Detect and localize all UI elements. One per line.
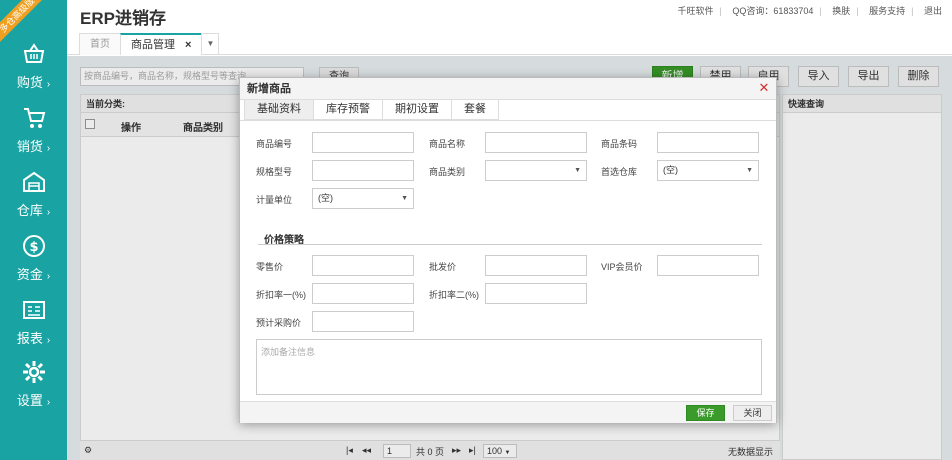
dialog-title: 新增商品 bbox=[240, 78, 776, 100]
skin-link[interactable]: 换肤 bbox=[832, 6, 850, 16]
label-category: 商品类别 bbox=[429, 167, 466, 177]
page-tabs: 首页 商品管理 × ▼ bbox=[79, 33, 220, 55]
chevron-down-icon: ▼ bbox=[746, 167, 753, 174]
nav-funds[interactable]: $ 资金 › bbox=[0, 234, 67, 290]
tab-initial-setup[interactable]: 期初设置 bbox=[382, 100, 452, 120]
nav-reports[interactable]: 报表 › bbox=[0, 298, 67, 354]
nav-warehouse[interactable]: 仓库 › bbox=[0, 170, 67, 226]
app-title: ERP进销存 bbox=[80, 9, 166, 28]
label-barcode: 商品条码 bbox=[601, 139, 638, 149]
barcode-field[interactable] bbox=[657, 132, 759, 153]
dollar-icon: $ bbox=[22, 235, 45, 257]
label-discount-1: 折扣率一(%) bbox=[256, 290, 306, 300]
discount-1-field[interactable] bbox=[312, 283, 414, 304]
save-button[interactable]: 保存 bbox=[686, 405, 725, 421]
unit-select[interactable]: (空) ▼ bbox=[312, 188, 414, 209]
company-link[interactable]: 千旺软件 bbox=[677, 6, 713, 16]
category-select[interactable]: ▼ bbox=[485, 160, 587, 181]
label-discount-2: 折扣率二(%) bbox=[429, 290, 479, 300]
dialog-tabs: 基础资料 库存预警 期初设置 套餐 bbox=[244, 100, 499, 120]
qq-link[interactable]: QQ咨询：61833704 bbox=[732, 6, 813, 16]
cart-icon bbox=[23, 108, 45, 128]
close-button[interactable]: 关闭 bbox=[733, 405, 772, 421]
close-icon[interactable]: × bbox=[185, 39, 191, 51]
nav-reports-label: 报表 bbox=[16, 331, 43, 346]
report-icon bbox=[22, 301, 45, 319]
tab-divider bbox=[240, 120, 776, 121]
support-link[interactable]: 服务支持 bbox=[869, 6, 905, 16]
spec-field[interactable] bbox=[312, 160, 414, 181]
tab-home[interactable]: 首页 bbox=[79, 33, 121, 55]
label-product-name: 商品名称 bbox=[429, 139, 466, 149]
gear-icon bbox=[22, 361, 45, 383]
add-product-dialog: 新增商品 ✕ 基础资料 库存预警 期初设置 套餐 商品编号 商品名称 商品条码 … bbox=[239, 77, 777, 423]
svg-text:$: $ bbox=[29, 240, 38, 255]
chevron-down-icon: ▼ bbox=[574, 167, 581, 174]
basket-icon bbox=[23, 43, 44, 63]
label-unit: 计量单位 bbox=[256, 195, 293, 205]
label-purchase-price: 预计采购价 bbox=[256, 318, 302, 328]
warehouse-select[interactable]: (空) ▼ bbox=[657, 160, 759, 181]
close-icon[interactable]: ✕ bbox=[757, 81, 771, 95]
chevron-right-icon: › bbox=[46, 335, 51, 346]
tab-dropdown-button[interactable]: ▼ bbox=[201, 33, 220, 55]
section-divider bbox=[258, 244, 762, 245]
tab-product-label: 商品管理 bbox=[131, 39, 175, 51]
chevron-right-icon: › bbox=[46, 79, 51, 90]
tab-bundle[interactable]: 套餐 bbox=[451, 100, 499, 120]
divider: | bbox=[911, 6, 914, 16]
product-code-field[interactable] bbox=[312, 132, 414, 153]
nav-sales[interactable]: 销货 › bbox=[0, 106, 67, 162]
nav-funds-label: 资金 bbox=[16, 267, 43, 282]
nav-settings[interactable]: 设置 › bbox=[0, 360, 67, 416]
divider: | bbox=[719, 6, 722, 16]
remark-textarea[interactable]: 添加备注信息 bbox=[256, 339, 762, 395]
chevron-down-icon: ▼ bbox=[206, 39, 215, 48]
tab-product-management[interactable]: 商品管理 × bbox=[120, 33, 203, 55]
tab-stock-alert[interactable]: 库存预警 bbox=[313, 100, 383, 120]
chevron-right-icon: › bbox=[46, 207, 51, 218]
wholesale-price-field[interactable] bbox=[485, 255, 587, 276]
nav-warehouse-label: 仓库 bbox=[16, 203, 43, 218]
label-product-code: 商品编号 bbox=[256, 139, 293, 149]
divider: | bbox=[856, 6, 859, 16]
purchase-price-field[interactable] bbox=[312, 311, 414, 332]
sidebar: 多仓高级版 购货 › 销货 › 仓库 › $ 资金 › 报表 › 设置 › bbox=[0, 0, 67, 460]
vip-price-field[interactable] bbox=[657, 255, 759, 276]
nav-sales-label: 销货 bbox=[16, 139, 43, 154]
tab-home-label: 首页 bbox=[90, 39, 110, 50]
label-vip-price: VIP会员价 bbox=[601, 262, 643, 272]
edition-badge: 多仓高级版 bbox=[0, 0, 47, 45]
nav-purchase-label: 购货 bbox=[16, 75, 43, 90]
divider: | bbox=[819, 6, 822, 16]
nav-purchase[interactable]: 购货 › bbox=[0, 42, 67, 98]
dialog-footer: 保存 关闭 bbox=[240, 401, 776, 423]
product-name-field[interactable] bbox=[485, 132, 587, 153]
nav-settings-label: 设置 bbox=[16, 393, 43, 408]
discount-2-field[interactable] bbox=[485, 283, 587, 304]
tab-basic-info[interactable]: 基础资料 bbox=[244, 100, 314, 120]
label-wholesale-price: 批发价 bbox=[429, 262, 457, 272]
label-spec: 规格型号 bbox=[256, 167, 293, 177]
top-header: ERP进销存 千旺软件 | QQ咨询：61833704 | 换肤 | 服务支持 | 退出… bbox=[67, 0, 952, 55]
chevron-down-icon: ▼ bbox=[401, 195, 408, 202]
retail-price-field[interactable] bbox=[312, 255, 414, 276]
chevron-right-icon: › bbox=[46, 143, 51, 154]
chevron-right-icon: › bbox=[46, 271, 51, 282]
warehouse-icon bbox=[22, 171, 45, 192]
label-warehouse: 首选仓库 bbox=[601, 167, 638, 177]
warehouse-value: (空) bbox=[663, 165, 678, 175]
top-links: 千旺软件 | QQ咨询：61833704 | 换肤 | 服务支持 | 退出 bbox=[669, 4, 942, 17]
label-retail-price: 零售价 bbox=[256, 262, 284, 272]
unit-value: (空) bbox=[318, 193, 333, 203]
logout-link[interactable]: 退出 bbox=[924, 6, 942, 16]
chevron-right-icon: › bbox=[46, 397, 51, 408]
